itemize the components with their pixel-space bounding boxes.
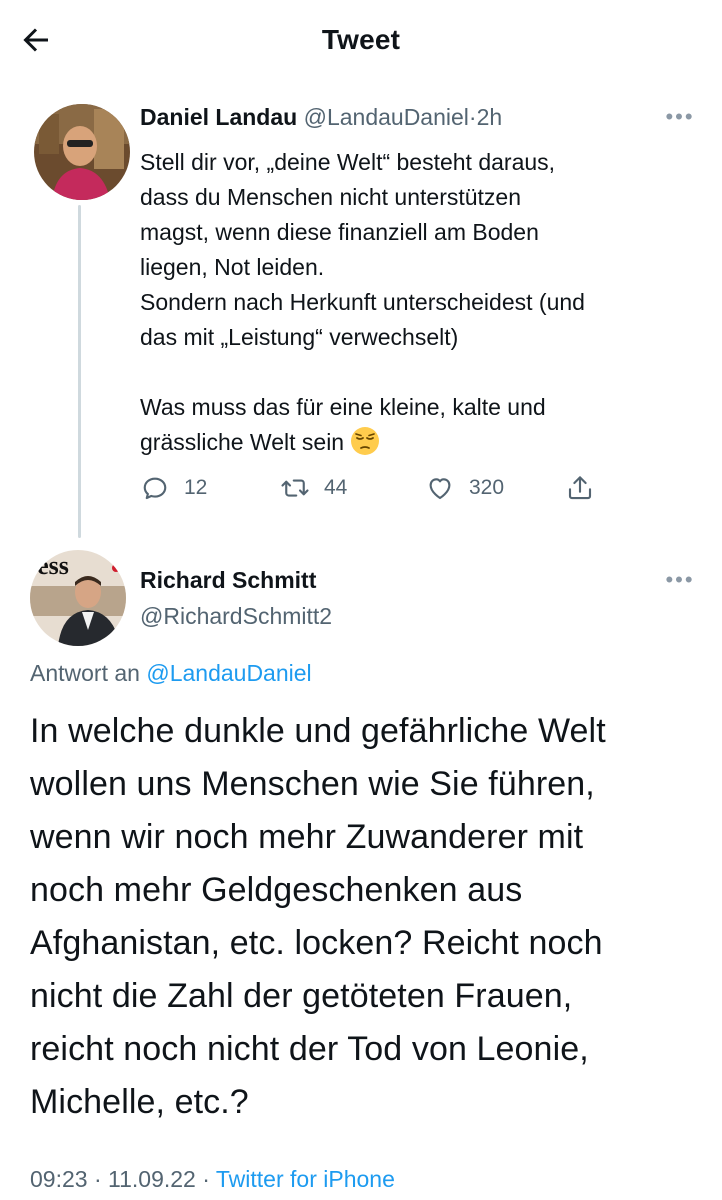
more-options-button[interactable]: ••• [660,104,700,129]
tweet-line: dass du Menschen nicht unterstützen [140,184,522,210]
tweet-time[interactable]: 2h [477,104,503,130]
tweet-line: nicht die Zahl der getöteten Frauen, [30,977,573,1015]
reply-icon [143,477,167,500]
tweet2-text: In welche dunkle und gefährliche Welt wo… [30,705,710,1129]
tweet-line: magst, wenn diese finanziell am Boden [140,219,539,245]
author-handle[interactable]: @RichardSchmitt2 [140,603,332,630]
pensive-face-emoji-icon [351,427,380,455]
tweet-time[interactable]: 09:23 [30,1166,88,1192]
tweet1-action-bar: 12 44 320 [140,470,620,506]
share-button[interactable] [565,470,609,506]
retweet-button[interactable]: 44 [280,470,347,506]
tweet-line: das mit „Leistung“ verwechselt) [140,324,459,350]
tweet1-header: Daniel Landau @LandauDaniel·2h [140,104,502,131]
more-options-button[interactable]: ••• [660,567,700,592]
author-name[interactable]: Richard Schmitt [140,567,316,594]
share-icon [568,476,592,500]
more-horizontal-icon: ••• [665,104,695,129]
tweet-line: In welche dunkle und gefährliche Welt [30,712,606,750]
tweet-metadata: 09:23 · 11.09.22 · Twitter for iPhone [30,1166,395,1193]
tweet-line: reicht noch nicht der Tod von Leonie, [30,1030,589,1068]
tweet-line: liegen, Not leiden. [140,254,325,280]
like-count: 320 [469,476,505,499]
tweet1-text: Stell dir vor, „deine Welt“ besteht dara… [140,145,700,460]
reply-prefix: Antwort an [30,660,140,686]
more-horizontal-icon: ••• [665,567,695,592]
tweet-line: grässliche Welt sein [140,429,345,455]
avatar-daniel-landau[interactable] [34,104,130,200]
author-handle[interactable]: @LandauDaniel [304,104,469,130]
tweet-line: Sondern nach Herkunft unterscheidest (un… [140,289,585,315]
reply-context: Antwort an @LandauDaniel [30,660,312,687]
separator: · [93,1166,102,1192]
retweet-icon [281,479,309,497]
page-title: Tweet [321,24,401,55]
tweet-line: Afghanistan, etc. locken? Reicht noch [30,924,603,962]
thread-connector-line [78,205,81,538]
tweet-line: Michelle, etc.? [30,1083,249,1121]
retweet-count: 44 [324,476,348,499]
tweet-date[interactable]: 11.09.22 [108,1166,196,1192]
separator: · [202,1166,210,1192]
separator: · [468,104,477,130]
tweet-line-with-emoji: grässliche Welt sein [140,425,700,460]
reply-button[interactable]: 12 [140,470,207,506]
tweet-source-link[interactable]: Twitter for iPhone [216,1166,395,1192]
heart-icon [429,478,451,500]
top-bar: Tweet [0,0,722,84]
tweet-line: noch mehr Geldgeschenken aus [30,871,523,909]
reply-mention-link[interactable]: @LandauDaniel [146,660,311,686]
tweet-line: Was muss das für eine kleine, kalte und [140,394,546,420]
tweet-line: wollen uns Menschen wie Sie führen, [30,765,595,803]
like-button[interactable]: 320 [425,470,504,506]
reply-count: 12 [184,476,208,499]
tweet-line: Stell dir vor, „deine Welt“ besteht dara… [140,149,556,175]
author-name[interactable]: Daniel Landau [140,104,297,130]
avatar-richard-schmitt[interactable]: ress [30,550,126,646]
tweet-line: wenn wir noch mehr Zuwanderer mit [30,818,584,856]
svg-text:ress: ress [30,551,69,580]
